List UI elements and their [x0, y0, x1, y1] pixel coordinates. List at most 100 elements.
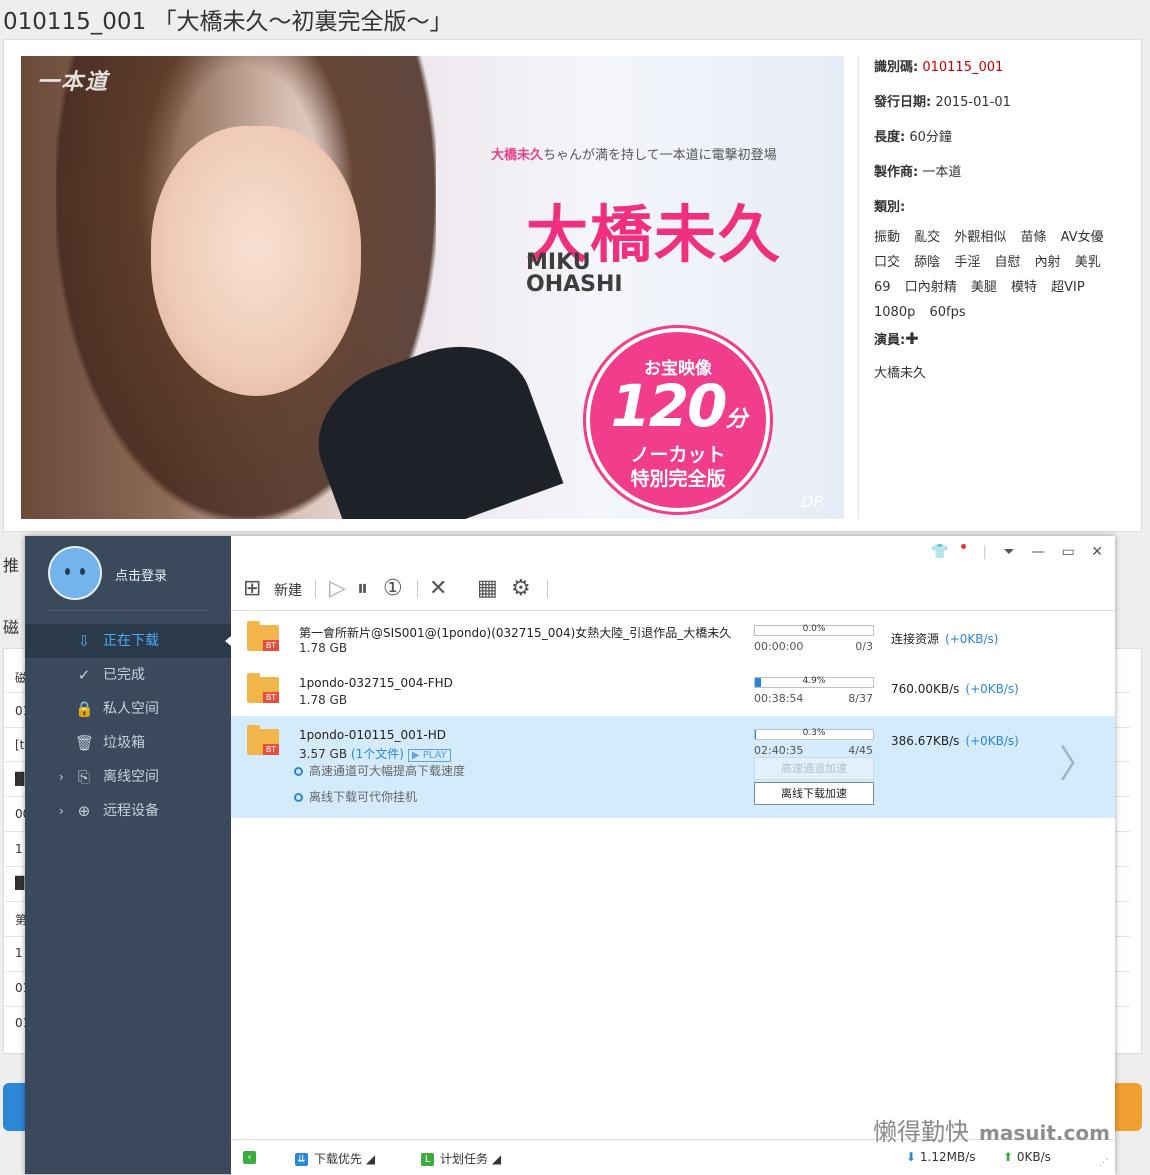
- back-icon: ‹: [243, 1151, 256, 1164]
- task-size: 3.57 GB (1个文件)▶ PLAY: [299, 745, 451, 762]
- sidebar-item-5[interactable]: ›⎘离线空间: [25, 760, 231, 794]
- schedule-icon: L: [421, 1153, 434, 1166]
- folder-icon: BT: [247, 625, 279, 651]
- genre-tag[interactable]: 舔陰: [914, 255, 940, 270]
- download-speed: ⬇ 1.12MB/s: [906, 1150, 976, 1164]
- task-name: 1pondo-010115_001-HD: [299, 728, 446, 742]
- genre-tag[interactable]: 1080p: [874, 305, 915, 320]
- task-speed: 386.67KB/s(+0KB/s): [891, 734, 1019, 748]
- task-row[interactable]: BT1pondo-032715_004-FHD1.78 GB4.9%00:38:…: [231, 664, 1115, 716]
- high-speed-accel-button[interactable]: 高速通道加速: [754, 757, 874, 780]
- sidebar: 点击登录 ⇩正在下载✓已完成🔒私人空间🗑垃圾箱›⎘离线空间›⊕远程设备: [25, 536, 231, 1174]
- new-task-icon[interactable]: ⊞: [243, 574, 261, 604]
- task-source-count: 0/3: [831, 640, 873, 653]
- skin-icon[interactable]: 👕: [919, 544, 965, 560]
- cover-image[interactable]: 一本道 大橋未久ちゃんが満を持して一本道に電撃初登場 大橋未久 MIKU OHA…: [21, 56, 844, 519]
- genre-tag[interactable]: 亂交: [914, 230, 940, 245]
- sidebar-item-icon: ✓: [75, 658, 93, 692]
- genre-tag[interactable]: 自慰: [994, 255, 1020, 270]
- genre-tag[interactable]: 超VIP: [1051, 280, 1085, 295]
- delete-icon[interactable]: ✕: [429, 574, 447, 604]
- high-speed-hint[interactable]: 高速通道可大幅提高下载速度: [294, 762, 465, 779]
- sidebar-item-label: 远程设备: [103, 794, 159, 828]
- new-task-button[interactable]: 新建: [274, 580, 302, 600]
- scheduled-tasks-button[interactable]: L计划任务 ◢: [421, 1150, 501, 1167]
- hint-dot-icon: [294, 793, 303, 802]
- sidebar-item-icon: 🗑: [75, 726, 93, 760]
- task-file-count[interactable]: (1个文件): [351, 747, 404, 761]
- minimize-icon[interactable]: —: [1031, 544, 1045, 560]
- task-speed: 760.00KB/s(+0KB/s): [891, 682, 1019, 696]
- cover-face-shape: [151, 126, 361, 396]
- play-button[interactable]: ▶ PLAY: [408, 749, 451, 762]
- task-row[interactable]: BT第一會所新片@SIS001@(1pondo)(032715_004)女熱大陸…: [231, 612, 1115, 664]
- toolbar: ⊞ 新建 ▷ ⏸ ① ✕ ▦ ⚙: [231, 570, 1115, 610]
- task-accel-speed: (+0KB/s): [965, 734, 1018, 748]
- sidebar-item-label: 私人空间: [103, 692, 159, 726]
- sidebar-item-label: 垃圾箱: [103, 726, 145, 760]
- window-controls: 👕 | ⏷ — ▭ ✕: [907, 544, 1103, 560]
- qr-code-icon[interactable]: ▦: [477, 574, 498, 604]
- genre-tag[interactable]: 口內射精: [905, 280, 957, 295]
- cover-tagline: 大橋未久ちゃんが満を持して一本道に電撃初登場: [491, 144, 777, 163]
- sidebar-item-1[interactable]: ⇩正在下载: [25, 624, 231, 658]
- info-divider: [858, 56, 859, 519]
- genre-tag[interactable]: 內射: [1035, 255, 1061, 270]
- back-button[interactable]: ‹: [243, 1150, 262, 1164]
- add-cast-icon[interactable]: ✚: [905, 329, 918, 348]
- notification-dot: [961, 544, 966, 549]
- close-icon[interactable]: ✕: [1091, 544, 1103, 560]
- genre-tag[interactable]: 美腿: [971, 280, 997, 295]
- genre-tag[interactable]: 模特: [1011, 280, 1037, 295]
- task-accel-speed: (+0KB/s): [945, 632, 998, 646]
- menu-icon[interactable]: ⏷: [1003, 544, 1014, 560]
- resize-grip-icon[interactable]: ⋰: [1099, 1158, 1108, 1168]
- page-title: 010115_001 「大橋未久〜初裏完全版〜」: [3, 2, 453, 36]
- task-accel-speed: (+0KB/s): [965, 682, 1018, 696]
- genre-tag[interactable]: 69: [874, 280, 891, 295]
- download-priority-button[interactable]: ⇊下载优先 ◢: [295, 1150, 375, 1167]
- cast-link[interactable]: 大橋未久: [874, 364, 1134, 399]
- site-watermark: 懒得勤快masuit.com: [873, 1112, 1110, 1147]
- avatar-eye: [65, 568, 70, 575]
- sidebar-item-icon: 🔒: [75, 692, 93, 726]
- settings-icon[interactable]: ⚙: [511, 574, 531, 604]
- chevron-right-icon[interactable]: 〉: [1059, 744, 1097, 784]
- movie-detail-card: 一本道 大橋未久ちゃんが満を持して一本道に電撃初登場 大橋未久 MIKU OHA…: [3, 39, 1142, 532]
- task-row[interactable]: BT1pondo-010115_001-HD3.57 GB (1个文件)▶ PL…: [231, 716, 1115, 818]
- bg-text-fragment: 磁: [3, 614, 19, 638]
- pause-icon[interactable]: ⏸: [357, 574, 368, 604]
- offline-accel-button[interactable]: 离线下载加速: [754, 782, 874, 805]
- start-icon[interactable]: ▷: [329, 574, 346, 604]
- genre-tag[interactable]: 手淫: [954, 255, 980, 270]
- controls-divider: |: [982, 544, 987, 560]
- upload-arrow-icon: ⬆: [1003, 1150, 1013, 1164]
- sidebar-item-6[interactable]: ›⊕远程设备: [25, 794, 231, 828]
- badge-line4: 特別完全版: [590, 464, 766, 491]
- sidebar-item-2[interactable]: ✓ 已完成: [25, 658, 231, 692]
- expand-arrow-icon[interactable]: ›: [59, 760, 64, 794]
- genre-tag[interactable]: 苗條: [1020, 230, 1046, 245]
- genre-tag[interactable]: AV女優: [1061, 230, 1104, 245]
- maximize-icon[interactable]: ▭: [1062, 544, 1075, 560]
- sidebar-item-3[interactable]: 🔒 私人空间: [25, 692, 231, 726]
- expand-arrow-icon[interactable]: ›: [59, 794, 64, 828]
- genre-tag[interactable]: 口交: [874, 255, 900, 270]
- bg-text-fragment: [t: [15, 738, 24, 752]
- bg-text-fragment: 1: [15, 946, 23, 960]
- folder-icon: BT: [247, 677, 279, 703]
- genre-tag[interactable]: 美乳: [1075, 255, 1101, 270]
- avatar[interactable]: [48, 546, 102, 600]
- upload-speed: ⬆ 0KB/s: [1003, 1150, 1051, 1164]
- maker-link[interactable]: 一本道: [922, 165, 961, 180]
- offline-hint[interactable]: 离线下载可代你挂机: [294, 788, 417, 805]
- genre-tag[interactable]: 振動: [874, 230, 900, 245]
- login-link[interactable]: 点击登录: [115, 565, 167, 584]
- genre-tag[interactable]: 60fps: [929, 305, 965, 320]
- limit-speed-icon[interactable]: ①: [383, 574, 403, 604]
- sidebar-item-4[interactable]: 🗑 垃圾箱: [25, 726, 231, 760]
- sidebar-item-label: 已完成: [103, 658, 145, 692]
- genre-tag[interactable]: 外觀相似: [954, 230, 1006, 245]
- sidebar-item-icon: ⎘: [75, 760, 93, 794]
- task-size: 1.78 GB: [299, 693, 347, 707]
